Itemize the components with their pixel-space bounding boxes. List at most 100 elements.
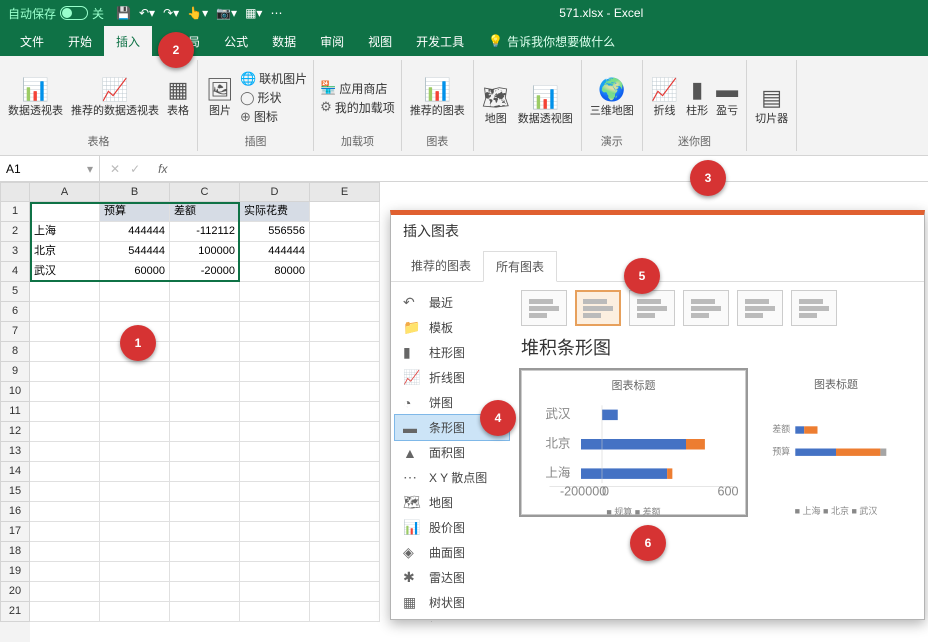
row-header[interactable]: 8 [0, 342, 30, 362]
cell[interactable] [170, 422, 240, 442]
cell[interactable] [310, 322, 380, 342]
cell[interactable] [170, 342, 240, 362]
ribbon-推荐的数据透视表[interactable]: 📈推荐的数据透视表 [69, 75, 161, 120]
cell[interactable] [170, 502, 240, 522]
name-box[interactable]: A1 ▾ [0, 156, 100, 181]
cell[interactable] [310, 502, 380, 522]
cell[interactable] [240, 442, 310, 462]
cell[interactable] [240, 402, 310, 422]
row-header[interactable]: 3 [0, 242, 30, 262]
cell[interactable] [170, 302, 240, 322]
ribbon-应用商店[interactable]: 🏪应用商店 [320, 80, 395, 97]
ribbon-地图[interactable]: 🗺地图 [480, 83, 512, 128]
chart-subtype[interactable] [683, 290, 729, 326]
cell[interactable]: 100000 [170, 242, 240, 262]
cell[interactable] [30, 462, 100, 482]
redo-icon[interactable]: ↷▾ [163, 6, 179, 20]
cell[interactable] [30, 602, 100, 622]
grid-icon[interactable]: ▦▾ [245, 6, 262, 20]
cell[interactable] [310, 482, 380, 502]
cell[interactable] [100, 282, 170, 302]
cell[interactable] [30, 382, 100, 402]
cell[interactable]: -112112 [170, 222, 240, 242]
cell[interactable] [240, 602, 310, 622]
cell[interactable] [30, 202, 100, 222]
cell[interactable]: 实际花费 [240, 202, 310, 222]
row-header[interactable]: 9 [0, 362, 30, 382]
cell[interactable] [100, 522, 170, 542]
cell[interactable] [30, 302, 100, 322]
row-header[interactable]: 14 [0, 462, 30, 482]
row-header[interactable]: 10 [0, 382, 30, 402]
row-header[interactable]: 4 [0, 262, 30, 282]
cell[interactable] [310, 242, 380, 262]
row-header[interactable]: 21 [0, 602, 30, 622]
ribbon-数据透视表[interactable]: 📊数据透视表 [6, 75, 65, 120]
cell[interactable] [170, 402, 240, 422]
save-icon[interactable]: 💾 [116, 6, 131, 20]
cell[interactable] [30, 442, 100, 462]
cell[interactable] [240, 302, 310, 322]
cell[interactable] [170, 602, 240, 622]
cell[interactable]: 北京 [30, 242, 100, 262]
cell[interactable] [310, 382, 380, 402]
cell[interactable] [100, 542, 170, 562]
cell[interactable] [30, 482, 100, 502]
cell[interactable] [240, 582, 310, 602]
cell[interactable] [30, 582, 100, 602]
touch-icon[interactable]: 👆▾ [187, 6, 208, 20]
cell[interactable] [100, 402, 170, 422]
cell[interactable] [310, 442, 380, 462]
menu-tab-面布局[interactable]: 面布局 [152, 26, 212, 56]
cell[interactable] [30, 282, 100, 302]
cell[interactable]: 444444 [240, 242, 310, 262]
cell[interactable] [310, 362, 380, 382]
ribbon-联机图片[interactable]: 🌐联机图片 [240, 70, 307, 87]
cell[interactable] [30, 322, 100, 342]
chart-subtype[interactable] [521, 290, 567, 326]
select-all-corner[interactable] [0, 182, 30, 202]
chart-type-饼图[interactable]: ◔饼图 [395, 390, 509, 415]
row-header[interactable]: 2 [0, 222, 30, 242]
col-header[interactable]: E [310, 182, 380, 202]
cell[interactable] [100, 322, 170, 342]
cell[interactable] [310, 342, 380, 362]
row-header[interactable]: 7 [0, 322, 30, 342]
chart-type-地图[interactable]: 🗺地图 [395, 490, 509, 515]
cell[interactable]: -20000 [170, 262, 240, 282]
cell[interactable] [310, 282, 380, 302]
formula-input[interactable] [167, 156, 928, 181]
cell[interactable] [310, 602, 380, 622]
cell[interactable]: 武汉 [30, 262, 100, 282]
cell[interactable] [100, 562, 170, 582]
cell[interactable] [100, 442, 170, 462]
cell[interactable] [170, 382, 240, 402]
chart-type-模板[interactable]: 📁模板 [395, 315, 509, 340]
chart-type-树状图[interactable]: ▦树状图 [395, 590, 509, 615]
cell[interactable] [30, 562, 100, 582]
menu-tab-视图[interactable]: 视图 [356, 26, 404, 56]
row-header[interactable]: 6 [0, 302, 30, 322]
chart-type-最近[interactable]: ↶最近 [395, 290, 509, 315]
cell[interactable] [310, 222, 380, 242]
cell[interactable] [240, 382, 310, 402]
ribbon-三维地图[interactable]: 🌍三维地图 [588, 75, 636, 120]
chart-type-柱形图[interactable]: ▮柱形图 [395, 340, 509, 365]
col-header[interactable]: B [100, 182, 170, 202]
cell[interactable] [240, 522, 310, 542]
row-header[interactable]: 19 [0, 562, 30, 582]
cell[interactable] [310, 522, 380, 542]
menu-tab-数据[interactable]: 数据 [260, 26, 308, 56]
row-header[interactable]: 18 [0, 542, 30, 562]
ribbon-表格[interactable]: ▦表格 [165, 75, 191, 120]
cell[interactable] [310, 202, 380, 222]
cell[interactable] [240, 542, 310, 562]
cell[interactable] [170, 442, 240, 462]
chart-subtype[interactable] [575, 290, 621, 326]
col-header[interactable]: A [30, 182, 100, 202]
enter-icon[interactable]: ✓ [130, 162, 140, 176]
cell[interactable] [310, 542, 380, 562]
cell[interactable] [170, 462, 240, 482]
row-header[interactable]: 20 [0, 582, 30, 602]
chart-subtype[interactable] [791, 290, 837, 326]
